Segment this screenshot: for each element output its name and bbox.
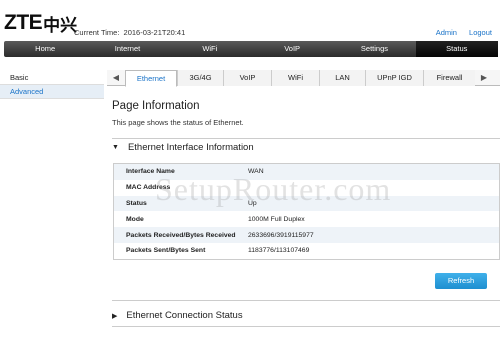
tab-upnp-igd[interactable]: UPnP IGD	[365, 69, 423, 86]
current-time: Current Time: 2016-03-21T20:41	[72, 28, 185, 37]
tab-3g4g[interactable]: 3G/4G	[177, 69, 223, 86]
sidebar-item-advanced[interactable]: Advanced	[0, 85, 104, 99]
sidebar-item-basic[interactable]: Basic	[0, 71, 104, 85]
tab-scroll-left-icon[interactable]: ◀	[107, 70, 125, 86]
expand-right-icon: ▶	[112, 312, 118, 320]
row-value: 2633696/3919115977	[248, 231, 314, 239]
section-connection-status[interactable]: ▶ Ethernet Connection Status	[112, 310, 243, 321]
current-time-label: Current Time:	[74, 28, 120, 37]
tab-wifi[interactable]: WiFi	[271, 69, 319, 86]
row-key: Packets Received/Bytes Received	[126, 231, 236, 239]
row-key: MAC Address	[126, 184, 171, 192]
row-key: Status	[126, 199, 147, 207]
interface-info-table: Interface Name WAN MAC Address Status Up…	[113, 163, 500, 260]
nav-wifi[interactable]: WiFi	[169, 41, 251, 57]
table-row: MAC Address	[114, 179, 499, 196]
tab-lan[interactable]: LAN	[319, 69, 365, 86]
nav-internet[interactable]: Internet	[86, 41, 168, 57]
tab-firewall[interactable]: Firewall	[423, 69, 475, 86]
zte-logo: ZTE 中兴	[4, 10, 77, 36]
nav-voip[interactable]: VoIP	[251, 41, 333, 57]
current-time-value: 2016-03-21T20:41	[123, 28, 186, 37]
top-links: Admin Logout	[426, 28, 492, 37]
section-interface-info[interactable]: ▼ Ethernet Interface Information	[112, 142, 254, 153]
row-key: Packets Sent/Bytes Sent	[126, 247, 206, 255]
row-value: Up	[248, 199, 257, 207]
expand-down-icon: ▼	[112, 144, 119, 151]
row-key: Interface Name	[126, 168, 175, 176]
tab-scroll-right-icon[interactable]: ▶	[475, 70, 493, 86]
section-title: Ethernet Connection Status	[126, 310, 243, 321]
nav-home[interactable]: Home	[4, 41, 86, 57]
divider	[112, 326, 500, 327]
admin-link[interactable]: Admin	[436, 28, 457, 37]
section-title: Ethernet Interface Information	[127, 142, 254, 153]
table-row: Interface Name WAN	[114, 164, 499, 180]
sidebar: Basic Advanced	[0, 71, 104, 99]
page-info: Page Information This page shows the sta…	[112, 100, 500, 127]
main-nav: Home Internet WiFi VoIP Settings Status	[4, 41, 498, 57]
logout-link[interactable]: Logout	[469, 28, 492, 37]
row-key: Mode	[126, 215, 144, 223]
row-value: 1000M Full Duplex	[248, 215, 305, 223]
tab-voip[interactable]: VoIP	[223, 69, 271, 86]
page-description: This page shows the status of Ethernet.	[112, 118, 244, 127]
table-row: Packets Sent/Bytes Sent 1183776/11310746…	[114, 242, 499, 259]
table-row: Packets Received/Bytes Received 2633696/…	[114, 227, 499, 243]
nav-settings[interactable]: Settings	[333, 41, 415, 57]
page-title: Page Information	[112, 100, 200, 112]
tab-ethernet[interactable]: Ethernet	[125, 69, 177, 87]
row-value: WAN	[248, 168, 264, 176]
logo-text: ZTE	[4, 11, 43, 34]
nav-status[interactable]: Status	[415, 41, 498, 57]
table-row: Mode 1000M Full Duplex	[114, 211, 499, 228]
top-bar: ZTE 中兴 Current Time: 2016-03-21T20:41 Ad…	[0, 0, 500, 42]
row-value: 1183776/113107469	[248, 247, 310, 255]
divider	[112, 138, 500, 139]
table-row: Status Up	[114, 195, 499, 212]
refresh-button[interactable]: Refresh	[435, 273, 487, 289]
sub-tabs: ◀ Ethernet 3G/4G VoIP WiFi LAN UPnP IGD …	[107, 69, 500, 87]
divider	[112, 300, 500, 301]
